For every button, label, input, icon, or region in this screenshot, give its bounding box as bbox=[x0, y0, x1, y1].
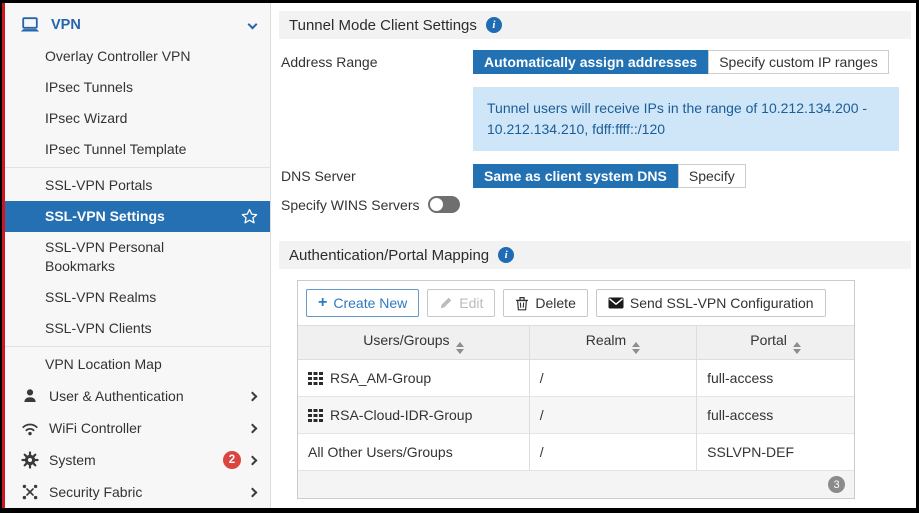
send-sslvpn-configuration-button[interactable]: Send SSL-VPN Configuration bbox=[596, 289, 826, 317]
table-row[interactable]: RSA_AM-Group / full-access bbox=[298, 360, 854, 397]
chevron-right-icon bbox=[248, 423, 258, 433]
wins-servers-toggle[interactable] bbox=[428, 196, 460, 213]
tunnel-mode-section-header: Tunnel Mode Client Settings i bbox=[279, 11, 911, 39]
sidebar-item-wifi-controller[interactable]: WiFi Controller bbox=[5, 412, 270, 444]
column-header-portal[interactable]: Portal bbox=[697, 326, 854, 360]
sidebar-divider bbox=[5, 167, 270, 168]
sidebar-item-system[interactable]: System 2 bbox=[5, 444, 270, 476]
address-range-info-row: Tunnel users will receive IPs in the ran… bbox=[281, 87, 911, 151]
info-icon[interactable]: i bbox=[498, 247, 514, 263]
section-title: Authentication/Portal Mapping bbox=[289, 247, 489, 264]
app-window: VPN Overlay Controller VPN IPsec Tunnels… bbox=[5, 3, 916, 508]
sidebar-item-ipsec-tunnel-template[interactable]: IPsec Tunnel Template bbox=[5, 134, 270, 165]
portal-mapping-toolbar: + Create New Edit bbox=[298, 281, 854, 325]
sidebar-item-security-fabric[interactable]: Security Fabric bbox=[5, 476, 270, 508]
wifi-icon bbox=[20, 421, 39, 436]
screenshot-frame: VPN Overlay Controller VPN IPsec Tunnels… bbox=[0, 0, 919, 513]
sidebar-item-overlay-controller-vpn[interactable]: Overlay Controller VPN bbox=[5, 41, 270, 72]
portal-mapping-section-header: Authentication/Portal Mapping i bbox=[279, 241, 911, 269]
envelope-icon bbox=[608, 297, 624, 309]
portal-mapping-table: Users/Groups Realm Portal bbox=[298, 325, 854, 471]
pencil-icon bbox=[439, 296, 453, 310]
address-range-row: Address Range Automatically assign addre… bbox=[281, 50, 911, 74]
sidebar-item-ipsec-wizard[interactable]: IPsec Wizard bbox=[5, 103, 270, 134]
gear-icon bbox=[20, 451, 39, 469]
edit-button[interactable]: Edit bbox=[427, 289, 495, 317]
sidebar-item-sslvpn-portals[interactable]: SSL-VPN Portals bbox=[5, 170, 270, 201]
sidebar-item-sslvpn-realms[interactable]: SSL-VPN Realms bbox=[5, 282, 270, 313]
address-range-segmented: Automatically assign addresses Specify c… bbox=[473, 50, 889, 74]
auto-assign-addresses-button[interactable]: Automatically assign addresses bbox=[473, 50, 708, 74]
create-new-button[interactable]: + Create New bbox=[306, 289, 419, 317]
portal-mapping-panel: + Create New Edit bbox=[297, 280, 855, 499]
laptop-icon bbox=[20, 17, 40, 33]
sidebar-item-sslvpn-clients[interactable]: SSL-VPN Clients bbox=[5, 313, 270, 344]
sidebar-item-sslvpn-settings[interactable]: SSL-VPN Settings bbox=[5, 201, 270, 232]
user-group-icon bbox=[308, 409, 323, 422]
chevron-right-icon bbox=[248, 391, 258, 401]
sidebar-item-vpn-location-map[interactable]: VPN Location Map bbox=[5, 349, 270, 380]
info-icon[interactable]: i bbox=[486, 17, 502, 33]
sidebar-item-user-authentication[interactable]: User & Authentication bbox=[5, 380, 270, 412]
dns-server-segmented: Same as client system DNS Specify bbox=[473, 164, 746, 188]
sidebar-item-ipsec-tunnels[interactable]: IPsec Tunnels bbox=[5, 72, 270, 103]
section-title: Tunnel Mode Client Settings bbox=[289, 17, 477, 34]
main-content: Tunnel Mode Client Settings i Address Ra… bbox=[271, 3, 916, 508]
user-icon bbox=[20, 388, 39, 404]
row-count-badge: 3 bbox=[828, 476, 845, 493]
star-icon[interactable] bbox=[241, 208, 258, 225]
user-group-icon bbox=[308, 372, 323, 385]
sort-icon[interactable] bbox=[632, 342, 640, 354]
table-header-row: Users/Groups Realm Portal bbox=[298, 326, 854, 360]
column-header-realm[interactable]: Realm bbox=[529, 326, 696, 360]
sort-icon[interactable] bbox=[456, 342, 464, 354]
table-row[interactable]: All Other Users/Groups / SSLVPN-DEF bbox=[298, 434, 854, 471]
wins-servers-label: Specify WINS Servers bbox=[281, 197, 419, 213]
sidebar-divider bbox=[5, 346, 270, 347]
left-red-strip: VPN Overlay Controller VPN IPsec Tunnels… bbox=[2, 3, 916, 508]
address-range-label: Address Range bbox=[281, 50, 473, 74]
dns-specify-button[interactable]: Specify bbox=[678, 164, 746, 188]
dns-server-label: DNS Server bbox=[281, 164, 473, 188]
security-fabric-icon bbox=[20, 483, 39, 501]
sort-icon[interactable] bbox=[793, 342, 801, 354]
table-footer: 3 bbox=[298, 471, 854, 498]
column-header-users-groups[interactable]: Users/Groups bbox=[298, 326, 529, 360]
sidebar-nav: VPN Overlay Controller VPN IPsec Tunnels… bbox=[5, 3, 271, 508]
sidebar-item-sslvpn-personal-bookmarks[interactable]: SSL-VPN Personal Bookmarks bbox=[5, 232, 270, 282]
trash-icon bbox=[515, 296, 529, 311]
sidebar-item-vpn[interactable]: VPN bbox=[5, 8, 270, 41]
chevron-right-icon bbox=[248, 455, 258, 465]
specify-custom-ip-ranges-button[interactable]: Specify custom IP ranges bbox=[708, 50, 888, 74]
wins-servers-row: Specify WINS Servers bbox=[281, 196, 911, 213]
dns-server-row: DNS Server Same as client system DNS Spe… bbox=[281, 164, 911, 188]
system-alert-badge: 2 bbox=[223, 451, 241, 469]
sidebar-vpn-label: VPN bbox=[51, 17, 81, 33]
table-row[interactable]: RSA-Cloud-IDR-Group / full-access bbox=[298, 397, 854, 434]
plus-icon: + bbox=[318, 295, 327, 311]
address-range-info-box: Tunnel users will receive IPs in the ran… bbox=[473, 87, 899, 151]
same-as-client-dns-button[interactable]: Same as client system DNS bbox=[473, 164, 678, 188]
chevron-right-icon bbox=[248, 487, 258, 497]
delete-button[interactable]: Delete bbox=[503, 289, 587, 317]
chevron-down-icon[interactable] bbox=[248, 20, 258, 30]
